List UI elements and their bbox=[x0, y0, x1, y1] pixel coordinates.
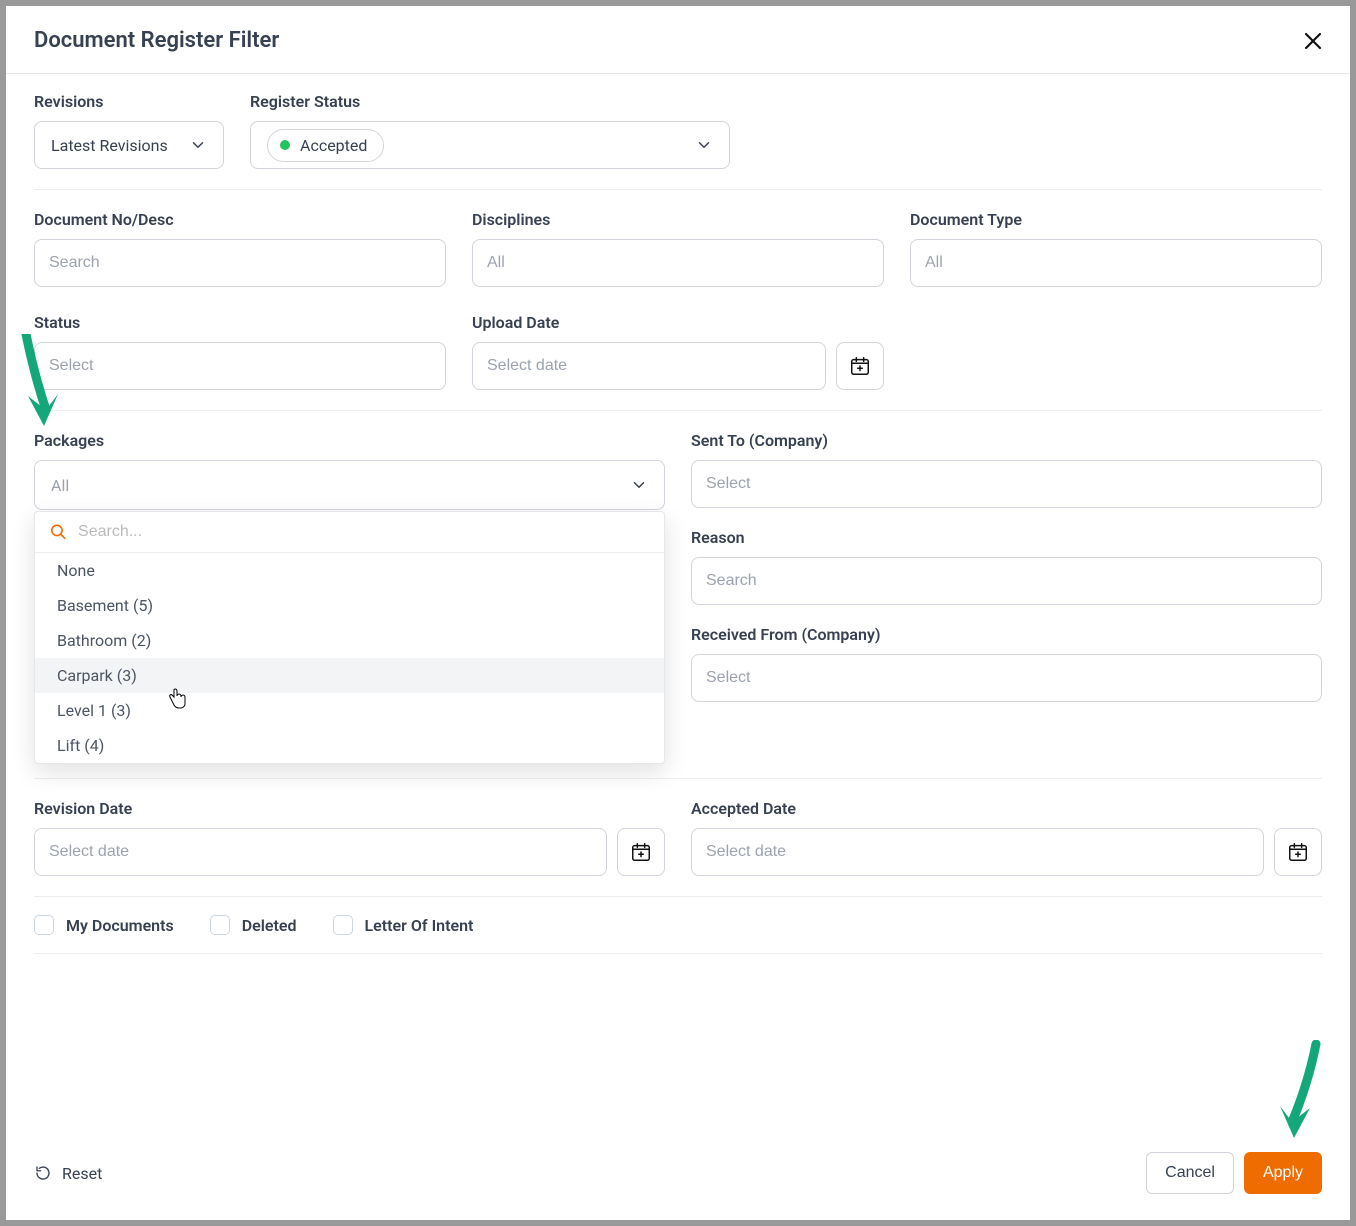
packages-dropdown-search bbox=[35, 512, 664, 553]
doc-no-input[interactable] bbox=[34, 239, 446, 287]
revisions-select[interactable]: Latest Revisions bbox=[34, 121, 224, 169]
field-packages: Packages All bbox=[34, 431, 665, 510]
cancel-button[interactable]: Cancel bbox=[1146, 1152, 1234, 1194]
sent-to-label: Sent To (Company) bbox=[691, 431, 1322, 450]
modal-header: Document Register Filter bbox=[6, 6, 1350, 74]
checkbox-row: My Documents Deleted Letter Of Intent bbox=[34, 896, 1322, 954]
register-status-label: Register Status bbox=[250, 92, 730, 111]
accepted-date-label: Accepted Date bbox=[691, 799, 1322, 818]
my-documents-label: My Documents bbox=[66, 916, 174, 935]
modal-body: Revisions Latest Revisions Register Stat… bbox=[6, 74, 1350, 1134]
received-from-label: Received From (Company) bbox=[691, 625, 1322, 644]
reason-input[interactable] bbox=[691, 557, 1322, 605]
field-doc-type: Document Type bbox=[910, 210, 1322, 287]
row-dates: Revision Date Accepted Date bbox=[34, 799, 1322, 896]
right-col: Sent To (Company) Reason Received From (… bbox=[691, 431, 1322, 758]
checkbox-box-icon bbox=[210, 915, 230, 935]
packages-dropdown-list: NoneBasement (5)Bathroom (2)Carpark (3)L… bbox=[35, 553, 664, 763]
calendar-plus-icon bbox=[630, 841, 652, 863]
packages-dropdown-item[interactable]: None bbox=[35, 553, 664, 588]
calendar-plus-icon bbox=[1287, 841, 1309, 863]
packages-select[interactable]: All bbox=[34, 460, 665, 510]
upload-date-label: Upload Date bbox=[472, 313, 884, 332]
sent-to-input[interactable] bbox=[691, 460, 1322, 508]
status-input[interactable] bbox=[34, 342, 446, 390]
field-revision-date: Revision Date bbox=[34, 799, 665, 876]
field-received-from: Received From (Company) bbox=[691, 625, 1322, 702]
accepted-date-input[interactable] bbox=[691, 828, 1264, 876]
doc-no-label: Document No/Desc bbox=[34, 210, 446, 229]
revisions-value: Latest Revisions bbox=[51, 136, 168, 155]
disciplines-label: Disciplines bbox=[472, 210, 884, 229]
status-dot-icon bbox=[280, 140, 290, 150]
field-revisions: Revisions Latest Revisions bbox=[34, 92, 224, 169]
chevron-down-icon bbox=[695, 136, 713, 154]
calendar-plus-icon bbox=[849, 355, 871, 377]
field-reason: Reason bbox=[691, 528, 1322, 605]
packages-dropdown-search-input[interactable] bbox=[78, 523, 650, 541]
reason-label: Reason bbox=[691, 528, 1322, 547]
revision-date-input[interactable] bbox=[34, 828, 607, 876]
status-label: Status bbox=[34, 313, 446, 332]
field-doc-no: Document No/Desc bbox=[34, 210, 446, 287]
modal-title: Document Register Filter bbox=[34, 28, 279, 53]
reset-button[interactable]: Reset bbox=[34, 1164, 102, 1183]
revisions-label: Revisions bbox=[34, 92, 224, 111]
reset-label: Reset bbox=[62, 1164, 102, 1183]
checkbox-box-icon bbox=[34, 915, 54, 935]
field-upload-date: Upload Date bbox=[472, 313, 884, 390]
status-chip-label: Accepted bbox=[300, 136, 367, 155]
modal-footer: Reset Cancel Apply bbox=[6, 1134, 1350, 1220]
search-icon bbox=[49, 522, 68, 542]
left-col: Packages All NoneBasement (5)Bathroom (2… bbox=[34, 431, 665, 758]
packages-value: All bbox=[51, 476, 69, 495]
my-documents-checkbox[interactable]: My Documents bbox=[34, 915, 174, 935]
deleted-checkbox[interactable]: Deleted bbox=[210, 915, 297, 935]
received-from-input[interactable] bbox=[691, 654, 1322, 702]
field-sent-to: Sent To (Company) bbox=[691, 431, 1322, 508]
accepted-date-picker-button[interactable] bbox=[1274, 828, 1322, 876]
field-status: Status bbox=[34, 313, 446, 390]
revision-date-label: Revision Date bbox=[34, 799, 665, 818]
upload-date-row bbox=[472, 342, 884, 390]
packages-dropdown-item[interactable]: Bathroom (2) bbox=[35, 623, 664, 658]
packages-dropdown: NoneBasement (5)Bathroom (2)Carpark (3)L… bbox=[34, 511, 665, 764]
letter-of-intent-checkbox[interactable]: Letter Of Intent bbox=[333, 915, 474, 935]
reset-icon bbox=[34, 1164, 52, 1182]
field-disciplines: Disciplines bbox=[472, 210, 884, 287]
field-register-status: Register Status Accepted bbox=[250, 92, 730, 169]
packages-dropdown-item[interactable]: Lift (4) bbox=[35, 728, 664, 763]
packages-dropdown-item[interactable]: Basement (5) bbox=[35, 588, 664, 623]
chevron-down-icon bbox=[630, 476, 648, 494]
deleted-label: Deleted bbox=[242, 916, 297, 935]
upload-date-picker-button[interactable] bbox=[836, 342, 884, 390]
disciplines-input[interactable] bbox=[472, 239, 884, 287]
doc-type-input[interactable] bbox=[910, 239, 1322, 287]
chevron-down-icon bbox=[189, 136, 207, 154]
footer-right: Cancel Apply bbox=[1146, 1152, 1322, 1194]
letter-of-intent-label: Letter Of Intent bbox=[365, 916, 474, 935]
revision-date-picker-button[interactable] bbox=[617, 828, 665, 876]
upload-date-input[interactable] bbox=[472, 342, 826, 390]
field-accepted-date: Accepted Date bbox=[691, 799, 1322, 876]
filter-modal: Document Register Filter Revisions Lates… bbox=[6, 6, 1350, 1220]
packages-dropdown-item[interactable]: Carpark (3) bbox=[35, 658, 664, 693]
checkbox-box-icon bbox=[333, 915, 353, 935]
packages-dropdown-item[interactable]: Level 1 (3) bbox=[35, 693, 664, 728]
doc-type-label: Document Type bbox=[910, 210, 1322, 229]
row-mid: Document No/Desc Disciplines Document Ty… bbox=[34, 210, 1322, 411]
apply-button[interactable]: Apply bbox=[1244, 1152, 1322, 1194]
packages-label: Packages bbox=[34, 431, 665, 450]
close-icon[interactable] bbox=[1304, 32, 1322, 50]
row-top: Revisions Latest Revisions Register Stat… bbox=[34, 92, 1322, 190]
register-status-select[interactable]: Accepted bbox=[250, 121, 730, 169]
row-packages-area: Packages All NoneBasement (5)Bathroom (2… bbox=[34, 431, 1322, 779]
status-chip: Accepted bbox=[267, 129, 384, 162]
